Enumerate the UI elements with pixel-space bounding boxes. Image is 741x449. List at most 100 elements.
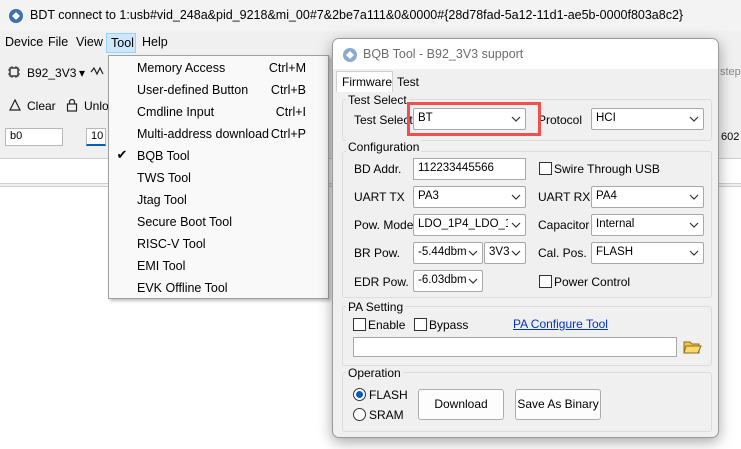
swire-through-usb-checkbox[interactable] <box>539 162 552 175</box>
edr-pow-combo[interactable]: -6.03dbm <box>413 270 483 292</box>
uart-tx-combo[interactable]: PA3 <box>413 186 526 208</box>
flash-radio[interactable] <box>353 388 366 401</box>
configuration-group-label: Configuration <box>346 140 422 154</box>
sram-radio-label: SRAM <box>369 408 404 422</box>
menu-file[interactable]: File <box>48 35 68 49</box>
menu-tool[interactable]: Tool <box>106 33 136 53</box>
edr-pow-label: EDR Pow. <box>354 275 409 289</box>
menu-item-cmdline-input[interactable]: Cmdline Input Ctrl+I <box>109 101 328 123</box>
menu-item-emi-tool[interactable]: EMI Tool <box>109 255 328 277</box>
menu-item-bqb-tool[interactable]: ✔ BQB Tool <box>109 145 328 167</box>
edr-pow-value: -6.03dbm <box>418 274 467 286</box>
address-input[interactable]: b0 <box>5 128 63 146</box>
chip-selector[interactable]: B92_3V3 <box>27 66 76 80</box>
clear-icon[interactable] <box>8 98 22 112</box>
capacitor-value: Internal <box>596 218 635 230</box>
clear-button[interactable]: Clear <box>27 99 56 113</box>
pa-enable-checkbox[interactable] <box>353 318 366 331</box>
menu-item-shortcut: Ctrl+P <box>270 127 306 141</box>
menu-view[interactable]: View <box>76 35 103 49</box>
menu-item-shortcut: Ctrl+I <box>275 105 306 119</box>
menu-item-tws-tool[interactable]: TWS Tool <box>109 167 328 189</box>
main-window-title: BDT connect to 1:usb#vid_248a&pid_9218&m… <box>30 8 684 22</box>
pa-path-input[interactable] <box>353 337 677 357</box>
chevron-down-icon <box>689 246 699 260</box>
br-voltage-combo[interactable]: 3V3 <box>484 242 526 264</box>
dialog-title-bar: BQB Tool - B92_3V3 support <box>333 39 718 69</box>
chevron-down-icon <box>511 246 521 260</box>
pa-setting-group-label: PA Setting <box>346 300 406 314</box>
checkmark-icon: ✔ <box>116 147 128 162</box>
main-title-bar: BDT connect to 1:usb#vid_248a&pid_9218&m… <box>0 0 741 31</box>
chevron-down-icon <box>689 112 699 126</box>
value-input[interactable]: 10 <box>86 128 106 146</box>
menu-item-risc-v-tool[interactable]: RISC-V Tool <box>109 233 328 255</box>
menu-item-multi-address-download[interactable]: Multi-address download Ctrl+P <box>109 123 328 145</box>
chip-dropdown-arrow-icon[interactable]: ▾ <box>79 66 85 80</box>
operation-group-label: Operation <box>346 366 403 380</box>
flash-radio-label: FLASH <box>369 388 408 402</box>
menu-item-label: Multi-address download <box>137 127 270 141</box>
tab-firmware[interactable]: Firmware <box>336 71 393 92</box>
protocol-combo[interactable]: HCI <box>591 108 704 130</box>
menu-item-memory-access[interactable]: Memory Access Ctrl+M <box>109 57 328 79</box>
download-button[interactable]: Download <box>418 389 504 420</box>
menu-item-jtag-tool[interactable]: Jtag Tool <box>109 189 328 211</box>
wave-icon[interactable] <box>90 64 106 78</box>
menu-item-user-defined-button[interactable]: User-defined Button Ctrl+B <box>109 79 328 101</box>
menu-item-label: BQB Tool <box>137 149 190 163</box>
br-voltage-value: 3V3 <box>489 246 510 258</box>
pow-mode-combo[interactable]: LDO_1P4_LDO_1P8 <box>413 214 526 236</box>
capacitor-combo[interactable]: Internal <box>591 214 704 236</box>
pa-enable-label: Enable <box>368 318 406 332</box>
open-folder-icon[interactable] <box>682 338 702 356</box>
chevron-down-icon <box>468 274 478 288</box>
menu-item-label: EVK Offline Tool <box>137 281 228 295</box>
menu-item-label: Memory Access <box>137 61 226 75</box>
protocol-label: Protocol <box>538 113 583 127</box>
dialog-title: BQB Tool - B92_3V3 support <box>363 47 524 61</box>
bd-addr-label: BD Addr. <box>354 162 402 176</box>
menu-device[interactable]: Device <box>5 35 43 49</box>
menu-help[interactable]: Help <box>142 35 168 49</box>
chevron-down-icon <box>689 190 699 204</box>
protocol-value: HCI <box>596 112 616 124</box>
uart-rx-value: PA4 <box>596 190 617 202</box>
swire-through-usb-label: Swire Through USB <box>554 162 660 176</box>
chevron-down-icon <box>511 190 521 204</box>
uart-tx-value: PA3 <box>418 190 439 202</box>
menu-item-secure-boot-tool[interactable]: Secure Boot Tool <box>109 211 328 233</box>
test-select-group-label: Test Select <box>346 93 409 107</box>
tab-label: Test <box>397 75 420 89</box>
bd-addr-input[interactable]: 112233445566 <box>413 158 526 180</box>
menu-item-evk-offline-tool[interactable]: EVK Offline Tool <box>109 277 328 299</box>
lock-icon[interactable] <box>66 98 78 112</box>
tool-dropdown-menu: Memory Access Ctrl+M User-defined Button… <box>108 55 329 299</box>
app-logo-icon <box>8 8 24 24</box>
address-input-value: b0 <box>10 130 23 142</box>
pow-mode-value: LDO_1P4_LDO_1P8 <box>418 218 508 230</box>
br-pow-combo[interactable]: -5.44dbm <box>413 242 483 264</box>
pow-mode-label: Pow. Mode <box>354 218 414 232</box>
uart-rx-combo[interactable]: PA4 <box>591 186 704 208</box>
menu-item-shortcut: Ctrl+M <box>268 61 306 75</box>
chip-icon <box>7 65 21 79</box>
cal-pos-value: FLASH <box>596 246 634 258</box>
pa-configure-tool-link[interactable]: PA Configure Tool <box>513 317 608 331</box>
sram-radio[interactable] <box>353 408 366 421</box>
tab-test[interactable]: Test <box>392 72 424 92</box>
value-input-value: 10 <box>91 130 104 142</box>
bqb-tool-dialog: BQB Tool - B92_3V3 support Firmware Test… <box>332 38 719 438</box>
br-pow-value: -5.44dbm <box>418 246 467 258</box>
menu-item-label: TWS Tool <box>137 171 191 185</box>
test-select-label: Test Select <box>354 113 413 127</box>
uart-tx-label: UART TX <box>354 190 405 204</box>
cal-pos-combo[interactable]: FLASH <box>591 242 704 264</box>
unlock-button[interactable]: Unlo <box>84 99 109 113</box>
menu-item-label: RISC-V Tool <box>137 237 206 251</box>
pa-bypass-checkbox[interactable] <box>414 318 427 331</box>
save-as-binary-button[interactable]: Save As Binary <box>515 389 601 420</box>
power-control-checkbox[interactable] <box>539 275 552 288</box>
cal-pos-label: Cal. Pos. <box>538 246 587 260</box>
menu-item-label: Secure Boot Tool <box>137 215 232 229</box>
